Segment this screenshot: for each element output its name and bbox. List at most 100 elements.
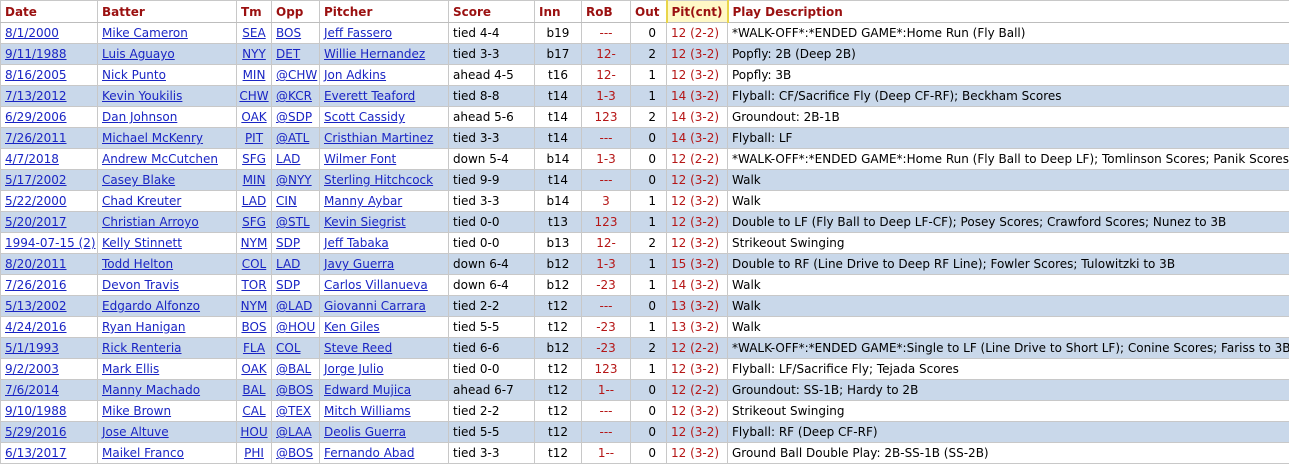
col-header-tm[interactable]: Tm bbox=[236, 0, 272, 23]
date-link[interactable]: 5/20/2017 bbox=[5, 215, 67, 229]
pitcher-link[interactable]: Mitch Williams bbox=[324, 404, 411, 418]
col-header-batter[interactable]: Batter bbox=[97, 0, 237, 23]
date-link[interactable]: 7/26/2011 bbox=[5, 131, 67, 145]
pitcher-link[interactable]: Willie Hernandez bbox=[324, 47, 425, 61]
batter-link[interactable]: Jose Altuve bbox=[102, 425, 169, 439]
opp-link[interactable]: SDP bbox=[276, 236, 300, 250]
pitcher-link[interactable]: Ken Giles bbox=[324, 320, 380, 334]
batter-link[interactable]: Mark Ellis bbox=[102, 362, 159, 376]
opp-link[interactable]: @BAL bbox=[276, 362, 311, 376]
date-link[interactable]: 7/26/2016 bbox=[5, 278, 67, 292]
pitcher-link[interactable]: Everett Teaford bbox=[324, 89, 415, 103]
date-link[interactable]: 5/29/2016 bbox=[5, 425, 67, 439]
opp-link[interactable]: @KCR bbox=[276, 89, 312, 103]
team-link[interactable]: BOS bbox=[241, 320, 266, 334]
team-link[interactable]: LAD bbox=[242, 194, 266, 208]
pitcher-link[interactable]: Jorge Julio bbox=[324, 362, 384, 376]
pitcher-link[interactable]: Deolis Guerra bbox=[324, 425, 406, 439]
batter-link[interactable]: Maikel Franco bbox=[102, 446, 184, 460]
date-link[interactable]: 9/2/2003 bbox=[5, 362, 59, 376]
batter-link[interactable]: Mike Cameron bbox=[102, 26, 188, 40]
batter-link[interactable]: Edgardo Alfonzo bbox=[102, 299, 200, 313]
col-header-score[interactable]: Score bbox=[448, 0, 535, 23]
opp-link[interactable]: CIN bbox=[276, 194, 297, 208]
date-link[interactable]: 8/1/2000 bbox=[5, 26, 59, 40]
opp-link[interactable]: COL bbox=[276, 341, 301, 355]
team-link[interactable]: COL bbox=[242, 257, 267, 271]
team-link[interactable]: NYM bbox=[241, 236, 268, 250]
pitcher-link[interactable]: Jeff Tabaka bbox=[324, 236, 389, 250]
date-link[interactable]: 6/13/2017 bbox=[5, 446, 67, 460]
pitcher-link[interactable]: Javy Guerra bbox=[324, 257, 394, 271]
pitcher-link[interactable]: Carlos Villanueva bbox=[324, 278, 428, 292]
opp-link[interactable]: SDP bbox=[276, 278, 300, 292]
date-link[interactable]: 5/13/2002 bbox=[5, 299, 67, 313]
opp-link[interactable]: @BOS bbox=[276, 446, 313, 460]
opp-link[interactable]: @TEX bbox=[276, 404, 311, 418]
team-link[interactable]: HOU bbox=[240, 425, 267, 439]
date-link[interactable]: 5/17/2002 bbox=[5, 173, 67, 187]
team-link[interactable]: SEA bbox=[242, 26, 265, 40]
team-link[interactable]: SFG bbox=[242, 152, 266, 166]
pitcher-link[interactable]: Manny Aybar bbox=[324, 194, 402, 208]
opp-link[interactable]: BOS bbox=[276, 26, 301, 40]
date-link[interactable]: 8/20/2011 bbox=[5, 257, 67, 271]
col-header-pit[interactable]: Pit(cnt) bbox=[665, 0, 729, 23]
opp-link[interactable]: @ATL bbox=[276, 131, 309, 145]
date-link[interactable]: 7/6/2014 bbox=[5, 383, 59, 397]
date-link[interactable]: 5/22/2000 bbox=[5, 194, 67, 208]
date-link[interactable]: 8/16/2005 bbox=[5, 68, 67, 82]
team-link[interactable]: NYY bbox=[242, 47, 266, 61]
pitcher-link[interactable]: Jeff Fassero bbox=[324, 26, 392, 40]
col-header-pitcher[interactable]: Pitcher bbox=[319, 0, 449, 23]
batter-link[interactable]: Kevin Youkilis bbox=[102, 89, 182, 103]
batter-link[interactable]: Andrew McCutchen bbox=[102, 152, 218, 166]
batter-link[interactable]: Michael McKenry bbox=[102, 131, 203, 145]
col-header-inn[interactable]: Inn bbox=[534, 0, 582, 23]
team-link[interactable]: CAL bbox=[242, 404, 265, 418]
batter-link[interactable]: Chad Kreuter bbox=[102, 194, 181, 208]
pitcher-link[interactable]: Kevin Siegrist bbox=[324, 215, 406, 229]
team-link[interactable]: BAL bbox=[242, 383, 265, 397]
opp-link[interactable]: @CHW bbox=[276, 68, 317, 82]
date-link[interactable]: 6/29/2006 bbox=[5, 110, 67, 124]
date-link[interactable]: 1994-07-15 (2) bbox=[5, 236, 96, 250]
batter-link[interactable]: Devon Travis bbox=[102, 278, 179, 292]
opp-link[interactable]: @LAD bbox=[276, 299, 312, 313]
date-link[interactable]: 7/13/2012 bbox=[5, 89, 67, 103]
pitcher-link[interactable]: Cristhian Martinez bbox=[324, 131, 433, 145]
pitcher-link[interactable]: Jon Adkins bbox=[324, 68, 386, 82]
opp-link[interactable]: DET bbox=[276, 47, 300, 61]
batter-link[interactable]: Kelly Stinnett bbox=[102, 236, 182, 250]
batter-link[interactable]: Todd Helton bbox=[102, 257, 173, 271]
team-link[interactable]: MIN bbox=[243, 173, 266, 187]
team-link[interactable]: PHI bbox=[244, 446, 264, 460]
pitcher-link[interactable]: Sterling Hitchcock bbox=[324, 173, 433, 187]
opp-link[interactable]: @HOU bbox=[276, 320, 315, 334]
team-link[interactable]: OAK bbox=[241, 362, 266, 376]
col-header-out[interactable]: Out bbox=[630, 0, 667, 23]
team-link[interactable]: SFG bbox=[242, 215, 266, 229]
col-header-desc[interactable]: Play Description bbox=[727, 0, 1289, 23]
pitcher-link[interactable]: Steve Reed bbox=[324, 341, 392, 355]
pitcher-link[interactable]: Scott Cassidy bbox=[324, 110, 405, 124]
opp-link[interactable]: LAD bbox=[276, 257, 300, 271]
team-link[interactable]: FLA bbox=[243, 341, 265, 355]
batter-link[interactable]: Nick Punto bbox=[102, 68, 166, 82]
batter-link[interactable]: Mike Brown bbox=[102, 404, 171, 418]
date-link[interactable]: 5/1/1993 bbox=[5, 341, 59, 355]
batter-link[interactable]: Rick Renteria bbox=[102, 341, 182, 355]
opp-link[interactable]: @STL bbox=[276, 215, 310, 229]
batter-link[interactable]: Dan Johnson bbox=[102, 110, 177, 124]
team-link[interactable]: PIT bbox=[245, 131, 263, 145]
team-link[interactable]: MIN bbox=[243, 68, 266, 82]
col-header-opp[interactable]: Opp bbox=[271, 0, 320, 23]
team-link[interactable]: TOR bbox=[241, 278, 266, 292]
opp-link[interactable]: LAD bbox=[276, 152, 300, 166]
date-link[interactable]: 4/24/2016 bbox=[5, 320, 67, 334]
opp-link[interactable]: @NYY bbox=[276, 173, 312, 187]
team-link[interactable]: OAK bbox=[241, 110, 266, 124]
team-link[interactable]: NYM bbox=[241, 299, 268, 313]
batter-link[interactable]: Ryan Hanigan bbox=[102, 320, 185, 334]
date-link[interactable]: 4/7/2018 bbox=[5, 152, 59, 166]
